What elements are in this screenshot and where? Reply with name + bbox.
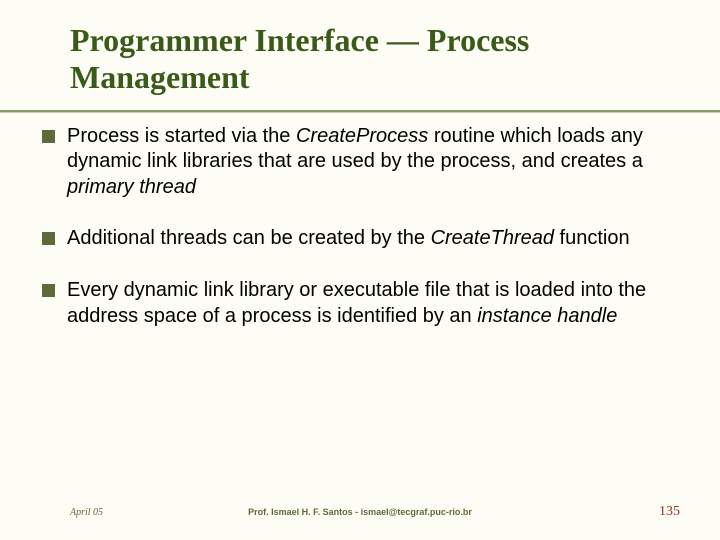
bullet-marker-icon xyxy=(42,284,55,297)
bullet-item: Additional threads can be created by the… xyxy=(70,226,670,252)
bullet-marker-icon xyxy=(42,232,55,245)
emphasis-text: CreateProcess xyxy=(296,125,428,147)
slide: Programmer Interface — Process Managemen… xyxy=(0,0,720,540)
emphasis-text: primary thread xyxy=(67,176,196,198)
text-segment: Additional threads can be created by the xyxy=(67,227,431,249)
emphasis-text: CreateThread xyxy=(431,227,554,249)
footer-author: Prof. Ismael H. F. Santos - ismael@tecgr… xyxy=(248,507,472,517)
page-number: 135 xyxy=(659,504,680,520)
slide-title: Programmer Interface — Process Managemen… xyxy=(70,22,680,96)
bullet-text: Process is started via the CreateProcess… xyxy=(67,124,670,201)
bullet-item: Every dynamic link library or executable… xyxy=(70,278,670,329)
footer: April 05 Prof. Ismael H. F. Santos - ism… xyxy=(0,504,720,520)
content-area: Process is started via the CreateProcess… xyxy=(70,124,680,330)
text-segment: function xyxy=(554,227,630,249)
title-underline xyxy=(0,110,720,112)
bullet-text: Additional threads can be created by the… xyxy=(67,226,670,252)
bullet-text: Every dynamic link library or executable… xyxy=(67,278,670,329)
text-segment: Process is started via the xyxy=(67,125,296,147)
emphasis-text: instance handle xyxy=(477,305,617,327)
bullet-item: Process is started via the CreateProcess… xyxy=(70,124,670,201)
footer-date: April 05 xyxy=(70,507,103,518)
bullet-marker-icon xyxy=(42,130,55,143)
